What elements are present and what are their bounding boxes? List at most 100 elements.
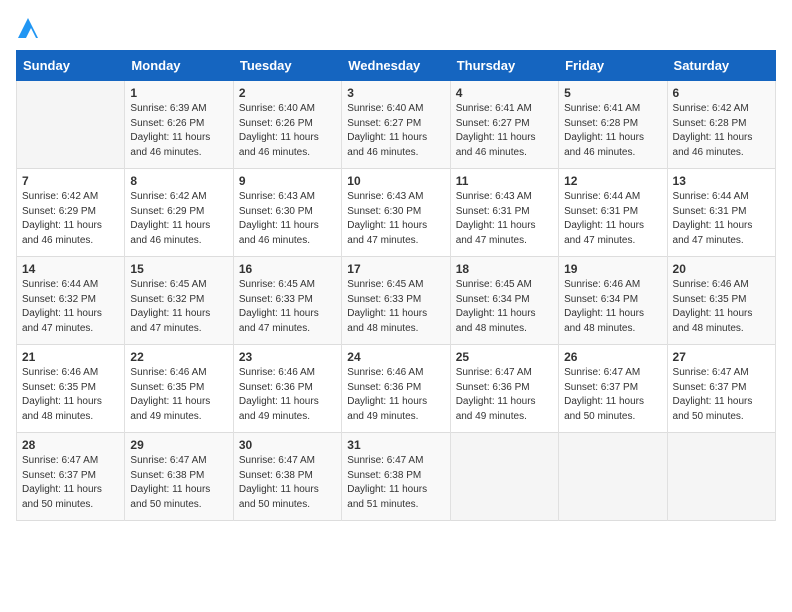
header-wednesday: Wednesday xyxy=(342,51,450,81)
day-number: 21 xyxy=(22,350,119,364)
calendar-cell: 31 Sunrise: 6:47 AMSunset: 6:38 PMDayligh… xyxy=(342,433,450,521)
day-number: 18 xyxy=(456,262,553,276)
calendar-cell: 5 Sunrise: 6:41 AMSunset: 6:28 PMDaylight… xyxy=(559,81,667,169)
calendar-cell xyxy=(667,433,775,521)
calendar-cell: 21 Sunrise: 6:46 AMSunset: 6:35 PMDayligh… xyxy=(17,345,125,433)
logo xyxy=(16,16,38,38)
cell-info: Sunrise: 6:47 AMSunset: 6:38 PMDaylight:… xyxy=(130,455,210,510)
cell-info: Sunrise: 6:44 AMSunset: 6:31 PMDaylight:… xyxy=(673,191,753,246)
day-number: 22 xyxy=(130,350,227,364)
calendar-table: SundayMondayTuesdayWednesdayThursdayFrid… xyxy=(16,50,776,521)
header-friday: Friday xyxy=(559,51,667,81)
calendar-week-5: 28 Sunrise: 6:47 AMSunset: 6:37 PMDayligh… xyxy=(17,433,776,521)
cell-info: Sunrise: 6:42 AMSunset: 6:29 PMDaylight:… xyxy=(130,191,210,246)
calendar-cell: 26 Sunrise: 6:47 AMSunset: 6:37 PMDayligh… xyxy=(559,345,667,433)
calendar-cell: 24 Sunrise: 6:46 AMSunset: 6:36 PMDayligh… xyxy=(342,345,450,433)
cell-info: Sunrise: 6:44 AMSunset: 6:32 PMDaylight:… xyxy=(22,279,102,334)
calendar-cell: 22Sunrise: 6:46 AMSunset: 6:35 PMDayligh… xyxy=(125,345,233,433)
calendar-week-4: 21 Sunrise: 6:46 AMSunset: 6:35 PMDayligh… xyxy=(17,345,776,433)
cell-info: Sunrise: 6:46 AMSunset: 6:34 PMDaylight:… xyxy=(564,279,644,334)
calendar-cell: 9 Sunrise: 6:43 AMSunset: 6:30 PMDaylight… xyxy=(233,169,341,257)
calendar-cell: 29 Sunrise: 6:47 AMSunset: 6:38 PMDayligh… xyxy=(125,433,233,521)
cell-info: Sunrise: 6:39 AMSunset: 6:26 PMDaylight:… xyxy=(130,103,210,158)
cell-info: Sunrise: 6:47 AMSunset: 6:38 PMDaylight:… xyxy=(347,455,427,510)
cell-info: Sunrise: 6:47 AMSunset: 6:37 PMDaylight:… xyxy=(22,455,102,510)
logo-block xyxy=(16,16,38,38)
calendar-cell: 2 Sunrise: 6:40 AMSunset: 6:26 PMDaylight… xyxy=(233,81,341,169)
calendar-cell: 8 Sunrise: 6:42 AMSunset: 6:29 PMDaylight… xyxy=(125,169,233,257)
calendar-cell: 17 Sunrise: 6:45 AMSunset: 6:33 PMDayligh… xyxy=(342,257,450,345)
cell-info: Sunrise: 6:40 AMSunset: 6:27 PMDaylight:… xyxy=(347,103,427,158)
calendar-cell: 27Sunrise: 6:47 AMSunset: 6:37 PMDayligh… xyxy=(667,345,775,433)
day-number: 10 xyxy=(347,174,444,188)
day-number: 2 xyxy=(239,86,336,100)
day-number: 19 xyxy=(564,262,661,276)
calendar-cell: 11 Sunrise: 6:43 AMSunset: 6:31 PMDayligh… xyxy=(450,169,558,257)
calendar-cell: 13Sunrise: 6:44 AMSunset: 6:31 PMDayligh… xyxy=(667,169,775,257)
day-number: 12 xyxy=(564,174,661,188)
calendar-cell: 12 Sunrise: 6:44 AMSunset: 6:31 PMDayligh… xyxy=(559,169,667,257)
cell-info: Sunrise: 6:45 AMSunset: 6:33 PMDaylight:… xyxy=(239,279,319,334)
calendar-week-2: 7 Sunrise: 6:42 AMSunset: 6:29 PMDaylight… xyxy=(17,169,776,257)
day-number: 6 xyxy=(673,86,770,100)
calendar-cell xyxy=(559,433,667,521)
calendar-cell: 3Sunrise: 6:40 AMSunset: 6:27 PMDaylight… xyxy=(342,81,450,169)
cell-info: Sunrise: 6:44 AMSunset: 6:31 PMDaylight:… xyxy=(564,191,644,246)
header-thursday: Thursday xyxy=(450,51,558,81)
calendar-week-3: 14 Sunrise: 6:44 AMSunset: 6:32 PMDayligh… xyxy=(17,257,776,345)
day-number: 5 xyxy=(564,86,661,100)
day-number: 23 xyxy=(239,350,336,364)
cell-info: Sunrise: 6:42 AMSunset: 6:28 PMDaylight:… xyxy=(673,103,753,158)
cell-info: Sunrise: 6:42 AMSunset: 6:29 PMDaylight:… xyxy=(22,191,102,246)
cell-info: Sunrise: 6:43 AMSunset: 6:30 PMDaylight:… xyxy=(239,191,319,246)
logo-triangle-icon xyxy=(18,16,38,38)
calendar-cell: 15 Sunrise: 6:45 AMSunset: 6:32 PMDayligh… xyxy=(125,257,233,345)
day-number: 9 xyxy=(239,174,336,188)
cell-info: Sunrise: 6:46 AMSunset: 6:35 PMDaylight:… xyxy=(673,279,753,334)
day-number: 1 xyxy=(130,86,227,100)
day-number: 14 xyxy=(22,262,119,276)
day-number: 29 xyxy=(130,438,227,452)
cell-info: Sunrise: 6:45 AMSunset: 6:33 PMDaylight:… xyxy=(347,279,427,334)
calendar-cell: 30Sunrise: 6:47 AMSunset: 6:38 PMDayligh… xyxy=(233,433,341,521)
header-tuesday: Tuesday xyxy=(233,51,341,81)
day-number: 8 xyxy=(130,174,227,188)
cell-info: Sunrise: 6:46 AMSunset: 6:35 PMDaylight:… xyxy=(22,367,102,422)
day-number: 26 xyxy=(564,350,661,364)
calendar-cell: 4 Sunrise: 6:41 AMSunset: 6:27 PMDaylight… xyxy=(450,81,558,169)
calendar-cell: 20 Sunrise: 6:46 AMSunset: 6:35 PMDayligh… xyxy=(667,257,775,345)
day-number: 31 xyxy=(347,438,444,452)
calendar-cell: 25Sunrise: 6:47 AMSunset: 6:36 PMDayligh… xyxy=(450,345,558,433)
day-number: 20 xyxy=(673,262,770,276)
cell-info: Sunrise: 6:43 AMSunset: 6:31 PMDaylight:… xyxy=(456,191,536,246)
day-number: 28 xyxy=(22,438,119,452)
calendar-cell xyxy=(17,81,125,169)
day-number: 11 xyxy=(456,174,553,188)
day-number: 15 xyxy=(130,262,227,276)
calendar-week-1: 1 Sunrise: 6:39 AMSunset: 6:26 PMDaylight… xyxy=(17,81,776,169)
header-monday: Monday xyxy=(125,51,233,81)
cell-info: Sunrise: 6:41 AMSunset: 6:27 PMDaylight:… xyxy=(456,103,536,158)
day-number: 24 xyxy=(347,350,444,364)
cell-info: Sunrise: 6:45 AMSunset: 6:32 PMDaylight:… xyxy=(130,279,210,334)
calendar-cell xyxy=(450,433,558,521)
cell-info: Sunrise: 6:46 AMSunset: 6:36 PMDaylight:… xyxy=(347,367,427,422)
day-number: 7 xyxy=(22,174,119,188)
cell-info: Sunrise: 6:45 AMSunset: 6:34 PMDaylight:… xyxy=(456,279,536,334)
cell-info: Sunrise: 6:41 AMSunset: 6:28 PMDaylight:… xyxy=(564,103,644,158)
day-number: 4 xyxy=(456,86,553,100)
day-number: 17 xyxy=(347,262,444,276)
page-header xyxy=(16,16,776,38)
calendar-cell: 10 Sunrise: 6:43 AMSunset: 6:30 PMDayligh… xyxy=(342,169,450,257)
day-number: 16 xyxy=(239,262,336,276)
calendar-cell: 6 Sunrise: 6:42 AMSunset: 6:28 PMDaylight… xyxy=(667,81,775,169)
cell-info: Sunrise: 6:47 AMSunset: 6:37 PMDaylight:… xyxy=(673,367,753,422)
calendar-cell: 19 Sunrise: 6:46 AMSunset: 6:34 PMDayligh… xyxy=(559,257,667,345)
cell-info: Sunrise: 6:46 AMSunset: 6:36 PMDaylight:… xyxy=(239,367,319,422)
calendar-header-row: SundayMondayTuesdayWednesdayThursdayFrid… xyxy=(17,51,776,81)
calendar-cell: 28 Sunrise: 6:47 AMSunset: 6:37 PMDayligh… xyxy=(17,433,125,521)
cell-info: Sunrise: 6:43 AMSunset: 6:30 PMDaylight:… xyxy=(347,191,427,246)
cell-info: Sunrise: 6:40 AMSunset: 6:26 PMDaylight:… xyxy=(239,103,319,158)
cell-info: Sunrise: 6:47 AMSunset: 6:37 PMDaylight:… xyxy=(564,367,644,422)
cell-info: Sunrise: 6:47 AMSunset: 6:36 PMDaylight:… xyxy=(456,367,536,422)
